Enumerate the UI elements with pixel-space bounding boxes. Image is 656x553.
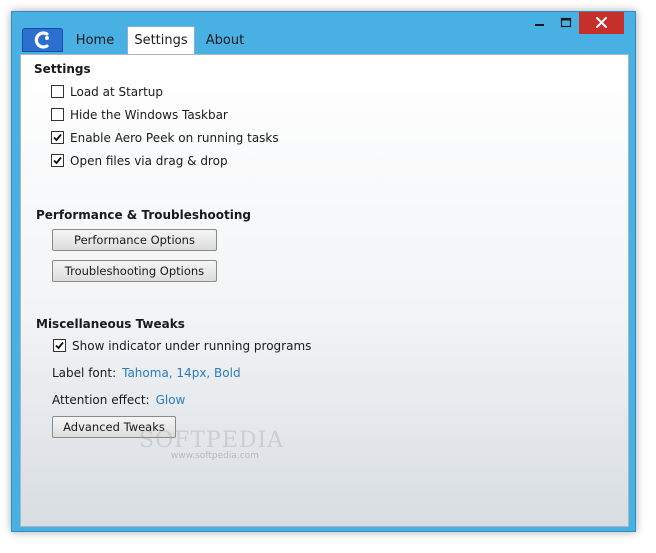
aero-peek-checkbox[interactable]: [51, 131, 64, 144]
checkmark-icon: [55, 341, 64, 350]
tab-about[interactable]: About: [197, 29, 253, 53]
attention-effect-caption: Attention effect:: [52, 393, 150, 407]
troubleshooting-options-button[interactable]: Troubleshooting Options: [52, 260, 217, 282]
close-button[interactable]: [579, 12, 624, 34]
drag-drop-label: Open files via drag & drop: [70, 154, 228, 168]
tab-settings[interactable]: Settings: [127, 26, 195, 55]
load-at-startup-label: Load at Startup: [70, 85, 164, 99]
hide-taskbar-label: Hide the Windows Taskbar: [70, 108, 228, 122]
misc-heading: Miscellaneous Tweaks: [36, 317, 185, 331]
maximize-button[interactable]: [553, 12, 579, 34]
show-indicator-checkbox[interactable]: [53, 339, 66, 352]
tab-home[interactable]: Home: [69, 29, 121, 53]
performance-heading: Performance & Troubleshooting: [36, 208, 252, 222]
attention-effect-row: Attention effect: Glow: [52, 393, 185, 407]
load-at-startup-checkbox[interactable]: [51, 85, 64, 98]
label-font-caption: Label font:: [52, 366, 117, 380]
close-icon: [596, 17, 607, 28]
label-font-row: Label font: Tahoma, 14px, Bold: [52, 366, 241, 380]
checkmark-icon: [53, 156, 62, 165]
minimize-button[interactable]: [526, 12, 553, 34]
minimize-icon: [535, 24, 544, 26]
aero-peek-label: Enable Aero Peek on running tasks: [70, 131, 279, 145]
drag-drop-checkbox[interactable]: [51, 154, 64, 167]
softpedia-watermark: SOFTPEDIA: [139, 428, 285, 453]
softpedia-watermark-url: www.softpedia.com: [171, 451, 259, 461]
label-font-link[interactable]: Tahoma, 14px, Bold: [122, 366, 240, 380]
app-logo[interactable]: [22, 28, 63, 52]
title-bar: Home Settings About: [12, 12, 635, 55]
settings-panel: Settings Load at Startup Hide the Window…: [20, 54, 629, 527]
settings-heading: Settings: [34, 62, 91, 76]
hide-taskbar-checkbox[interactable]: [51, 108, 64, 121]
performance-options-button[interactable]: Performance Options: [52, 229, 217, 251]
maximize-icon: [560, 17, 572, 28]
app-logo-icon: [34, 31, 49, 49]
show-indicator-label: Show indicator under running programs: [72, 339, 312, 353]
checkmark-icon: [53, 133, 62, 142]
attention-effect-link[interactable]: Glow: [156, 393, 186, 407]
app-window: Home Settings About Settings Load at Sta…: [11, 11, 636, 532]
